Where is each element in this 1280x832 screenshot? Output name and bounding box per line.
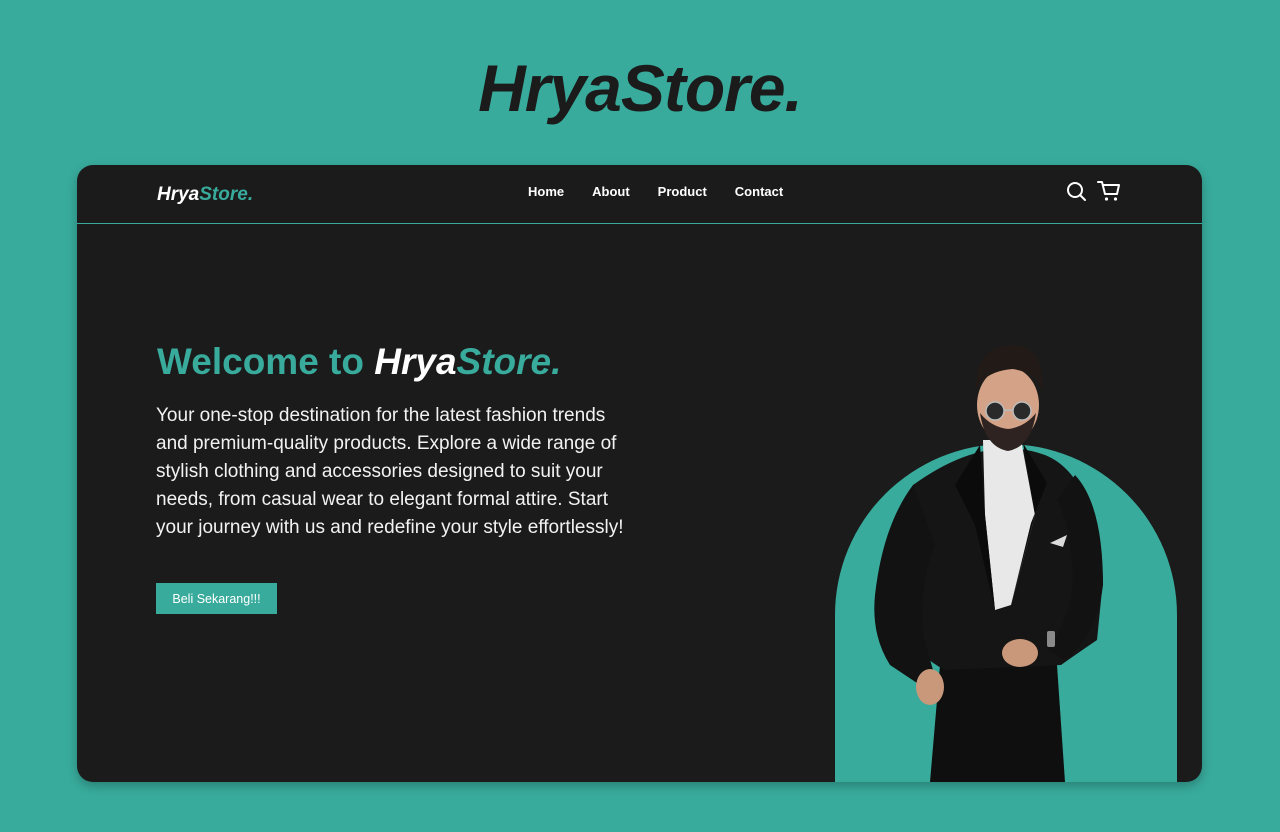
hero-model-image	[835, 345, 1177, 782]
nav-link-contact[interactable]: Contact	[735, 184, 783, 199]
cart-icon[interactable]	[1097, 180, 1121, 202]
nav-link-home[interactable]: Home	[528, 184, 564, 199]
nav-icons	[1065, 180, 1121, 202]
nav-logo-accent: Store.	[199, 184, 254, 205]
search-icon[interactable]	[1065, 180, 1087, 202]
hero-brand-main: Hrya	[374, 341, 457, 382]
nav-links: Home About Product Contact	[528, 184, 783, 199]
website-preview: HryaStore. Home About Product Contact We…	[77, 165, 1202, 782]
hero-title: Welcome to HryaStore.	[157, 341, 561, 383]
hero-brand: HryaStore.	[374, 341, 561, 382]
nav-logo-main: Hrya	[157, 184, 200, 205]
nav-link-product[interactable]: Product	[658, 184, 707, 199]
nav-logo[interactable]: HryaStore.	[157, 184, 253, 206]
page-title: HryaStore.	[478, 51, 803, 125]
hero-description: Your one-stop destination for the latest…	[156, 405, 624, 538]
nav-link-about[interactable]: About	[592, 184, 630, 199]
hero-brand-accent: Store.	[456, 341, 562, 382]
hero-title-prefix: Welcome to	[157, 341, 375, 382]
navbar: HryaStore. Home About Product Contact	[77, 165, 1202, 224]
buy-now-button[interactable]: Beli Sekarang!!!	[156, 583, 277, 614]
